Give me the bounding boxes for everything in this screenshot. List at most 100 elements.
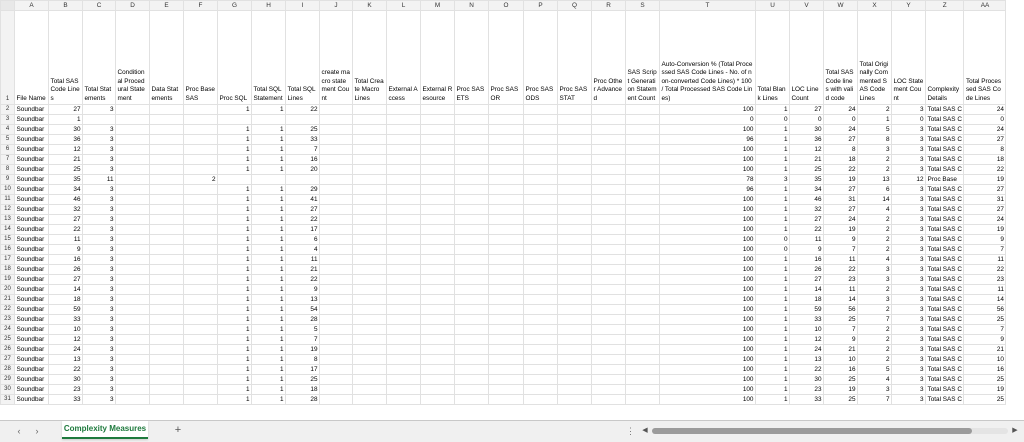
data-cell[interactable]: 3: [891, 124, 926, 135]
data-cell[interactable]: [523, 294, 558, 305]
data-cell[interactable]: [352, 314, 387, 325]
data-cell[interactable]: 23: [823, 274, 858, 285]
data-cell[interactable]: 33: [789, 394, 824, 405]
data-cell[interactable]: Soundbar: [14, 384, 49, 395]
data-cell[interactable]: [386, 174, 421, 185]
data-cell[interactable]: 1: [251, 344, 286, 355]
header-cell[interactable]: Proc SAS STAT: [557, 10, 592, 105]
data-cell[interactable]: 0: [891, 114, 926, 125]
data-cell[interactable]: [420, 104, 455, 115]
data-cell[interactable]: [454, 284, 489, 295]
data-cell[interactable]: 1: [251, 244, 286, 255]
data-cell[interactable]: 3: [82, 334, 116, 345]
header-cell[interactable]: create macro statement Count: [319, 10, 353, 105]
data-cell[interactable]: [454, 354, 489, 365]
data-cell[interactable]: 3: [891, 244, 926, 255]
data-cell[interactable]: [557, 164, 592, 175]
data-cell[interactable]: 24: [823, 214, 858, 225]
row-number[interactable]: 6: [0, 144, 15, 155]
data-cell[interactable]: [386, 274, 421, 285]
data-cell[interactable]: [454, 294, 489, 305]
data-cell[interactable]: 3: [891, 194, 926, 205]
data-cell[interactable]: 3: [891, 324, 926, 335]
data-cell[interactable]: 100: [659, 324, 756, 335]
header-cell[interactable]: Proc Base SAS: [183, 10, 218, 105]
data-cell[interactable]: 9: [963, 234, 1007, 245]
data-cell[interactable]: [420, 184, 455, 195]
data-cell[interactable]: 19: [963, 174, 1007, 185]
data-cell[interactable]: 3: [82, 364, 116, 375]
data-cell[interactable]: [115, 224, 150, 235]
header-cell[interactable]: Proc SQL: [217, 10, 252, 105]
data-cell[interactable]: 1: [217, 214, 252, 225]
data-cell[interactable]: 9: [963, 334, 1007, 345]
data-cell[interactable]: 1: [251, 334, 286, 345]
data-cell[interactable]: 1: [251, 304, 286, 315]
data-cell[interactable]: [352, 384, 387, 395]
data-cell[interactable]: [149, 104, 184, 115]
row-number[interactable]: 19: [0, 274, 15, 285]
data-cell[interactable]: [319, 394, 353, 405]
column-header-l[interactable]: L: [386, 0, 421, 11]
data-cell[interactable]: [454, 364, 489, 375]
data-cell[interactable]: [115, 254, 150, 265]
data-cell[interactable]: [386, 234, 421, 245]
data-cell[interactable]: [523, 234, 558, 245]
data-cell[interactable]: [591, 114, 626, 125]
data-cell[interactable]: [454, 244, 489, 255]
data-cell[interactable]: [115, 314, 150, 325]
data-cell[interactable]: Total SAS C: [924, 334, 965, 345]
data-cell[interactable]: 1: [251, 234, 286, 245]
data-cell[interactable]: [319, 344, 353, 355]
data-cell[interactable]: 7: [823, 324, 858, 335]
data-cell[interactable]: [352, 294, 387, 305]
data-cell[interactable]: 21: [789, 154, 824, 165]
data-cell[interactable]: [149, 164, 184, 175]
data-cell[interactable]: 3: [82, 384, 116, 395]
data-cell[interactable]: [115, 124, 150, 135]
data-cell[interactable]: [420, 264, 455, 275]
data-cell[interactable]: 100: [659, 144, 756, 155]
data-cell[interactable]: Soundbar: [14, 114, 49, 125]
data-cell[interactable]: 3: [891, 354, 926, 365]
data-cell[interactable]: 3: [891, 344, 926, 355]
data-cell[interactable]: [352, 134, 387, 145]
data-cell[interactable]: [488, 364, 524, 375]
data-cell[interactable]: [557, 144, 592, 155]
data-cell[interactable]: [183, 234, 218, 245]
data-cell[interactable]: 6: [285, 234, 320, 245]
data-cell[interactable]: [115, 184, 150, 195]
data-cell[interactable]: [183, 164, 218, 175]
column-header-y[interactable]: Y: [891, 0, 926, 11]
data-cell[interactable]: Soundbar: [14, 164, 49, 175]
data-cell[interactable]: 14: [857, 194, 892, 205]
header-cell[interactable]: Total SAS Code Lines: [48, 10, 83, 105]
data-cell[interactable]: 1: [755, 284, 790, 295]
header-cell[interactable]: Data Statements: [149, 10, 184, 105]
data-cell[interactable]: [523, 164, 558, 175]
data-cell[interactable]: 8: [963, 144, 1007, 155]
data-cell[interactable]: [149, 384, 184, 395]
data-cell[interactable]: Total SAS C: [924, 264, 965, 275]
data-cell[interactable]: [591, 174, 626, 185]
data-cell[interactable]: 2: [857, 304, 892, 315]
data-cell[interactable]: 100: [659, 104, 756, 115]
data-cell[interactable]: 1: [217, 224, 252, 235]
data-cell[interactable]: [523, 344, 558, 355]
data-cell[interactable]: [488, 204, 524, 215]
data-cell[interactable]: 13: [857, 174, 892, 185]
data-cell[interactable]: 3: [82, 204, 116, 215]
data-cell[interactable]: [183, 224, 218, 235]
data-cell[interactable]: 59: [789, 304, 824, 315]
data-cell[interactable]: [591, 274, 626, 285]
data-cell[interactable]: [183, 374, 218, 385]
data-cell[interactable]: [523, 184, 558, 195]
data-cell[interactable]: [420, 204, 455, 215]
data-cell[interactable]: [319, 384, 353, 395]
data-cell[interactable]: Total SAS C: [924, 314, 965, 325]
data-cell[interactable]: [557, 114, 592, 125]
data-cell[interactable]: [149, 304, 184, 315]
data-cell[interactable]: 25: [963, 314, 1007, 325]
data-cell[interactable]: [557, 194, 592, 205]
data-cell[interactable]: [183, 184, 218, 195]
